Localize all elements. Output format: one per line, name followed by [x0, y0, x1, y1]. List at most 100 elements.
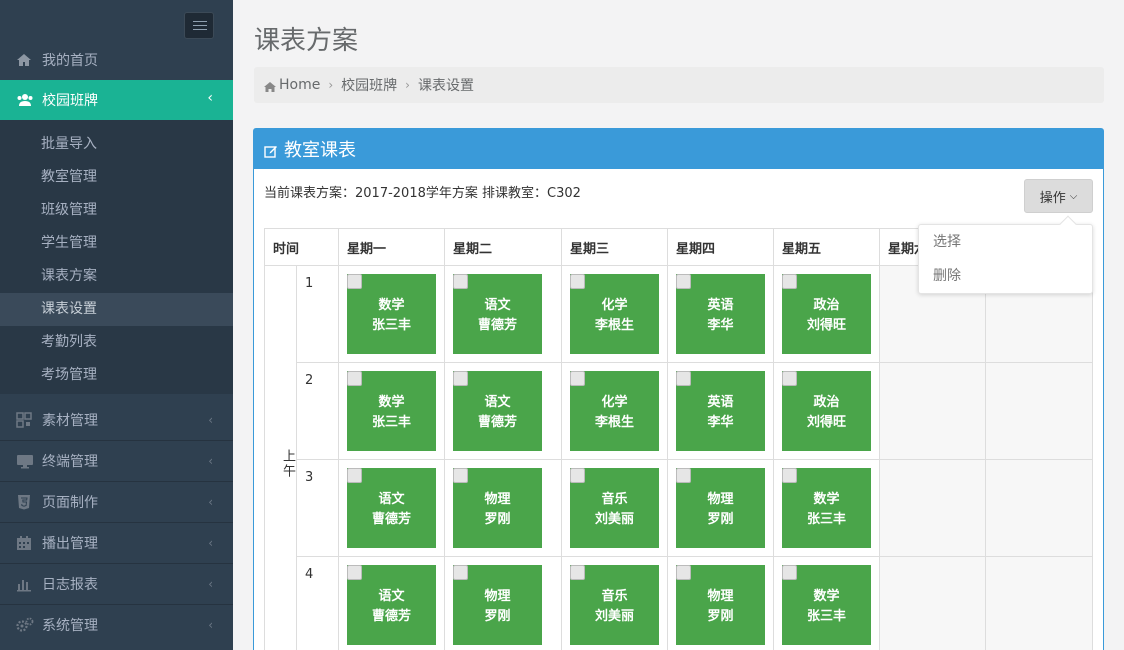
sub-item-attendance[interactable]: 考勤列表: [0, 326, 233, 359]
lesson-subject: 政治: [813, 395, 840, 410]
lesson-card[interactable]: 政治 刘得旺: [782, 371, 871, 451]
lesson-checkbox[interactable]: [347, 468, 362, 483]
schedule-cell-empty[interactable]: [985, 362, 1093, 460]
schedule-cell-empty[interactable]: [879, 362, 986, 460]
lesson-checkbox[interactable]: [782, 274, 797, 289]
sub-item-exam[interactable]: 考场管理: [0, 359, 233, 392]
lesson-subject: 语文: [378, 589, 405, 604]
lesson-subject: 物理: [707, 589, 734, 604]
lesson-checkbox[interactable]: [782, 468, 797, 483]
nav-page-design[interactable]: 页面制作 ‹: [0, 482, 233, 522]
lesson-card[interactable]: 数学 张三丰: [782, 565, 871, 645]
lesson-card[interactable]: 物理 罗刚: [453, 468, 542, 548]
lesson-subject: 音乐: [601, 589, 628, 604]
lesson-checkbox[interactable]: [347, 565, 362, 580]
lesson-checkbox[interactable]: [676, 274, 691, 289]
schedule-cell-empty[interactable]: [879, 556, 986, 650]
nav-logs-label: 日志报表: [42, 577, 98, 593]
sub-item-classroom[interactable]: 教室管理: [0, 161, 233, 194]
lesson-checkbox[interactable]: [347, 371, 362, 386]
lesson-card[interactable]: 物理 罗刚: [676, 565, 765, 645]
operations-button[interactable]: 操作 ⌵: [1024, 179, 1093, 213]
schedule-cell: 物理 罗刚: [667, 459, 774, 557]
lesson-checkbox[interactable]: [453, 468, 468, 483]
breadcrumb-separator: ›: [405, 78, 410, 92]
lesson-checkbox[interactable]: [782, 371, 797, 386]
lesson-card[interactable]: 音乐 刘美丽: [570, 468, 659, 548]
lesson-card[interactable]: 政治 刘得旺: [782, 274, 871, 354]
schedule-cell: 物理 罗刚: [444, 556, 562, 650]
lesson-card[interactable]: 语文 曹德芳: [347, 468, 436, 548]
menu-toggle-button[interactable]: [184, 12, 214, 39]
lesson-card[interactable]: 语文 曹德芳: [453, 274, 542, 354]
lesson-teacher: 张三丰: [806, 609, 846, 624]
chevron-left-icon: ‹: [208, 495, 213, 509]
lesson-card[interactable]: 数学 张三丰: [347, 371, 436, 451]
nav-logs[interactable]: 日志报表 ‹: [0, 564, 233, 604]
lesson-subject: 音乐: [601, 492, 628, 507]
lesson-checkbox[interactable]: [676, 565, 691, 580]
users-icon: [16, 92, 33, 108]
operations-label: 操作: [1039, 190, 1066, 206]
desktop-icon: [16, 453, 33, 469]
sub-item-schedule-plan[interactable]: 课表方案: [0, 260, 233, 293]
classroom-schedule-panel: 教室课表 当前课表方案：2017-2018学年方案 排课教室：C302 操作 ⌵…: [253, 128, 1104, 650]
lesson-card[interactable]: 英语 李华: [676, 371, 765, 451]
schedule-cell: 语文 曹德芳: [338, 556, 445, 650]
chevron-left-icon: ‹: [208, 454, 213, 468]
panel-title: 教室课表: [284, 140, 356, 161]
nav-broadcast[interactable]: 播出管理 ‹: [0, 523, 233, 563]
lesson-teacher: 刘美丽: [594, 512, 634, 527]
lesson-checkbox[interactable]: [570, 371, 585, 386]
sub-item-class[interactable]: 班级管理: [0, 194, 233, 227]
nav-system[interactable]: 系统管理 ‹: [0, 605, 233, 645]
lesson-card[interactable]: 音乐 刘美丽: [570, 565, 659, 645]
lesson-checkbox[interactable]: [453, 565, 468, 580]
lesson-card[interactable]: 英语 李华: [676, 274, 765, 354]
lesson-checkbox[interactable]: [676, 468, 691, 483]
nav-home[interactable]: 我的首页: [0, 40, 233, 80]
lesson-card[interactable]: 数学 张三丰: [347, 274, 436, 354]
lesson-checkbox[interactable]: [453, 371, 468, 386]
breadcrumb: Home › 校园班牌 › 课表设置: [254, 67, 1104, 103]
lesson-checkbox[interactable]: [453, 274, 468, 289]
period-number: 3: [296, 459, 339, 557]
schedule-cell-empty[interactable]: [879, 459, 986, 557]
chevron-left-icon: ‹: [208, 577, 213, 591]
lesson-checkbox[interactable]: [347, 274, 362, 289]
lesson-teacher: 刘得旺: [806, 415, 846, 430]
header-day: 星期一: [338, 228, 445, 266]
period-number: 1: [296, 265, 339, 363]
sub-item-student[interactable]: 学生管理: [0, 227, 233, 260]
lesson-checkbox[interactable]: [676, 371, 691, 386]
sub-item-schedule-settings[interactable]: 课表设置: [0, 293, 233, 326]
sub-item-import[interactable]: 批量导入: [0, 128, 233, 161]
lesson-card[interactable]: 化学 李根生: [570, 371, 659, 451]
lesson-checkbox[interactable]: [570, 468, 585, 483]
dropdown-item-delete[interactable]: 删除: [919, 259, 1092, 293]
breadcrumb-campus[interactable]: 校园班牌: [341, 75, 397, 95]
nav-broadcast-label: 播出管理: [42, 536, 98, 552]
nav-system-label: 系统管理: [42, 618, 98, 634]
nav-page-design-label: 页面制作: [42, 495, 98, 511]
schedule-cell-empty[interactable]: [985, 556, 1093, 650]
schedule-cell: 物理 罗刚: [444, 459, 562, 557]
lesson-teacher: 曹德芳: [477, 415, 517, 430]
nav-campus[interactable]: 校园班牌 ‹: [0, 80, 233, 120]
schedule-cell-empty[interactable]: [985, 459, 1093, 557]
lesson-card[interactable]: 化学 李根生: [570, 274, 659, 354]
nav-materials[interactable]: 素材管理 ‹: [0, 400, 233, 440]
lesson-card[interactable]: 物理 罗刚: [676, 468, 765, 548]
lesson-card[interactable]: 语文 曹德芳: [347, 565, 436, 645]
breadcrumb-home[interactable]: Home: [279, 77, 320, 93]
lesson-checkbox[interactable]: [570, 565, 585, 580]
gears-icon: [16, 617, 34, 633]
lesson-card[interactable]: 语文 曹德芳: [453, 371, 542, 451]
lesson-checkbox[interactable]: [782, 565, 797, 580]
nav-terminal[interactable]: 终端管理 ‹: [0, 441, 233, 481]
lesson-card[interactable]: 物理 罗刚: [453, 565, 542, 645]
main-content: 课表方案 Home › 校园班牌 › 课表设置 教室课表 当前课表方案：2017…: [233, 0, 1124, 650]
schedule-cell: 政治 刘得旺: [773, 265, 880, 363]
lesson-checkbox[interactable]: [570, 274, 585, 289]
lesson-card[interactable]: 数学 张三丰: [782, 468, 871, 548]
